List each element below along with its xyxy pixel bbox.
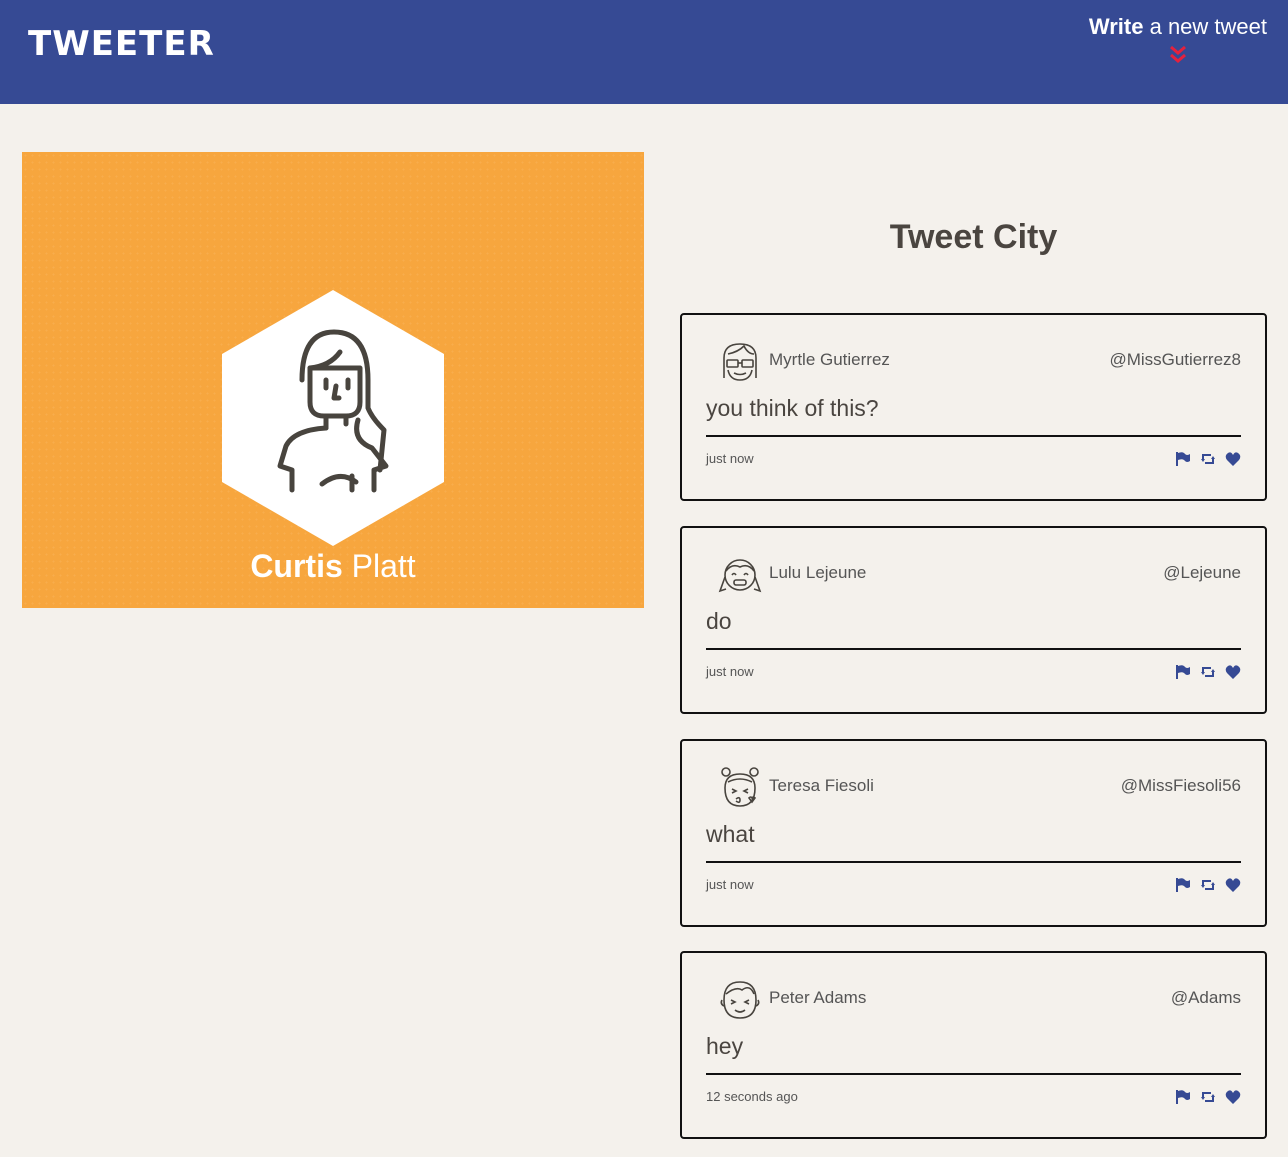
tweet-timestamp: just now	[706, 664, 754, 679]
tweet-content: hey	[706, 1033, 744, 1059]
tweet-actions	[1175, 451, 1241, 467]
girl-bun-avatar-icon	[721, 767, 759, 807]
double-chevron-down-icon[interactable]	[1168, 44, 1188, 66]
tweet-content: do	[706, 608, 732, 634]
heart-icon[interactable]	[1225, 664, 1241, 680]
flag-icon[interactable]	[1175, 877, 1191, 893]
retweet-icon[interactable]	[1200, 877, 1216, 893]
boy-avatar-icon	[720, 981, 760, 1019]
tweet-divider	[706, 1073, 1241, 1075]
woman-avatar-icon	[222, 290, 444, 546]
flag-icon[interactable]	[1175, 1089, 1191, 1105]
retweet-icon[interactable]	[1200, 451, 1216, 467]
heart-icon[interactable]	[1225, 877, 1241, 893]
tweet-timestamp: just now	[706, 451, 754, 466]
tweet-author-name[interactable]: Myrtle Gutierrez	[769, 350, 890, 370]
girl-glasses-avatar-icon	[723, 343, 757, 381]
tweet-author-handle[interactable]: @MissFiesoli56	[1121, 776, 1241, 796]
tweet-card: Lulu Lejeune @Lejeune do just now	[680, 526, 1267, 714]
heart-icon[interactable]	[1225, 451, 1241, 467]
tweet-divider	[706, 648, 1241, 650]
tweet-author-handle[interactable]: @MissGutierrez8	[1109, 350, 1241, 370]
retweet-icon[interactable]	[1200, 1089, 1216, 1105]
tweet-actions	[1175, 664, 1241, 680]
girl-pigtails-avatar-icon	[718, 559, 762, 593]
tweet-card: Myrtle Gutierrez @MissGutierrez8 you thi…	[680, 313, 1267, 501]
tweet-content: you think of this?	[706, 395, 879, 421]
tweet-content: what	[706, 821, 755, 847]
logo[interactable]: TWEETER	[28, 24, 215, 64]
compose-label: Write a new tweet	[1088, 14, 1267, 39]
tweet-author-name[interactable]: Peter Adams	[769, 988, 866, 1008]
tweet-author-name[interactable]: Teresa Fiesoli	[769, 776, 874, 796]
tweet-card: Peter Adams @Adams hey 12 seconds ago	[680, 951, 1267, 1139]
tweet-actions	[1175, 877, 1241, 893]
tweet-timestamp: 12 seconds ago	[706, 1089, 798, 1104]
heart-icon[interactable]	[1225, 1089, 1241, 1105]
tweet-author-handle[interactable]: @Adams	[1171, 988, 1241, 1008]
tweet-actions	[1175, 1089, 1241, 1105]
tweet-timestamp: just now	[706, 877, 754, 892]
write-tweet-button[interactable]: Write a new tweet	[1089, 14, 1267, 66]
profile-card: Curtis Platt	[22, 152, 644, 608]
tweet-divider	[706, 435, 1241, 437]
flag-icon[interactable]	[1175, 664, 1191, 680]
feed-title: Tweet City	[889, 218, 1058, 256]
profile-name: Curtis Platt	[22, 548, 644, 585]
profile-last-name: Platt	[342, 548, 416, 584]
tweet-author-name[interactable]: Lulu Lejeune	[769, 563, 866, 583]
top-nav: TWEETER Write a new tweet	[0, 0, 1288, 104]
tweet-card: Teresa Fiesoli @MissFiesoli56 what just …	[680, 739, 1267, 927]
flag-icon[interactable]	[1175, 451, 1191, 467]
retweet-icon[interactable]	[1200, 664, 1216, 680]
tweet-author-handle[interactable]: @Lejeune	[1163, 563, 1241, 583]
tweet-divider	[706, 861, 1241, 863]
profile-first-name: Curtis	[250, 548, 343, 584]
